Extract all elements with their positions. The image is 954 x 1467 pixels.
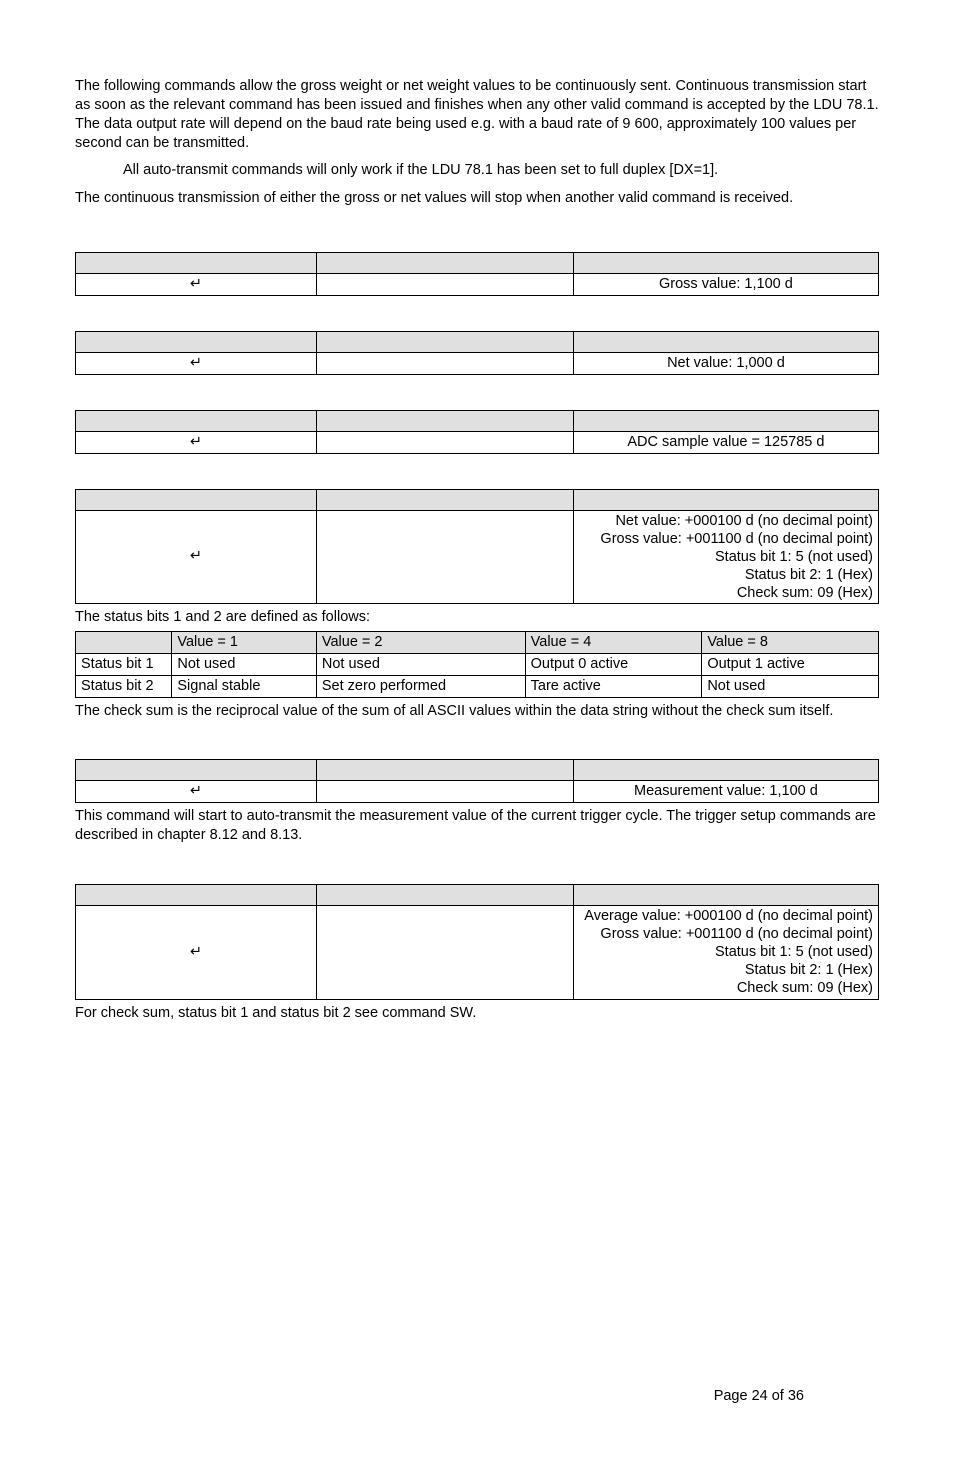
average-response-table: ↵ Average value: +000100 d (no decimal p… (75, 884, 879, 1000)
intro-paragraph-1: The following commands allow the gross w… (75, 77, 879, 152)
adc-value-response: ADC sample value = 125785 d (573, 431, 878, 453)
table-row: Status bit 2 Signal stable Set zero perf… (76, 675, 879, 697)
cmd-glyph: ↵ (76, 431, 317, 453)
status-response-table: ↵ Net value: +000100 d (no decimal point… (75, 489, 879, 605)
checksum-note: The check sum is the reciprocal value of… (75, 702, 879, 721)
status-bits-table: Value = 1 Value = 2 Value = 4 Value = 8 … (75, 631, 879, 698)
status-response-line-5: Check sum: 09 (Hex) (579, 584, 873, 602)
status-response-line-1: Net value: +000100 d (no decimal point) (579, 512, 873, 530)
gross-value-response: Gross value: 1,100 d (573, 274, 878, 296)
intro-paragraph-3: The continuous transmission of either th… (75, 189, 879, 208)
average-response-line-4: Status bit 2: 1 (Hex) (579, 961, 873, 979)
page-number: Page 24 of 36 (714, 1387, 804, 1406)
status-response-line-4: Status bit 2: 1 (Hex) (579, 566, 873, 584)
status-header-4: Value = 8 (702, 632, 879, 654)
cmd-glyph: ↵ (76, 905, 317, 999)
average-response-line-5: Check sum: 09 (Hex) (579, 979, 873, 997)
status-bits-intro: The status bits 1 and 2 are defined as f… (75, 608, 879, 627)
table-row: Status bit 1 Not used Not used Output 0 … (76, 653, 879, 675)
measurement-value-table: ↵ Measurement value: 1,100 d (75, 759, 879, 803)
adc-value-table: ↵ ADC sample value = 125785 d (75, 410, 879, 454)
net-value-table: ↵ Net value: 1,000 d (75, 331, 879, 375)
trigger-note: This command will start to auto-transmit… (75, 807, 879, 845)
average-response-line-3: Status bit 1: 5 (not used) (579, 943, 873, 961)
status-header-3: Value = 4 (525, 632, 702, 654)
net-value-response: Net value: 1,000 d (573, 352, 878, 374)
intro-paragraph-2: All auto-transmit commands will only wor… (123, 161, 879, 180)
status-header-1: Value = 1 (172, 632, 317, 654)
cmd-glyph: ↵ (76, 274, 317, 296)
footer-note: For check sum, status bit 1 and status b… (75, 1004, 879, 1023)
status-header-2: Value = 2 (316, 632, 525, 654)
measurement-value-response: Measurement value: 1,100 d (573, 781, 878, 803)
average-response-line-1: Average value: +000100 d (no decimal poi… (579, 907, 873, 925)
status-response-line-3: Status bit 1: 5 (not used) (579, 548, 873, 566)
average-response-line-2: Gross value: +001100 d (no decimal point… (579, 925, 873, 943)
cmd-glyph: ↵ (76, 352, 317, 374)
cmd-glyph: ↵ (76, 781, 317, 803)
cmd-glyph: ↵ (76, 510, 317, 604)
status-response-line-2: Gross value: +001100 d (no decimal point… (579, 530, 873, 548)
gross-value-table: ↵ Gross value: 1,100 d (75, 252, 879, 296)
